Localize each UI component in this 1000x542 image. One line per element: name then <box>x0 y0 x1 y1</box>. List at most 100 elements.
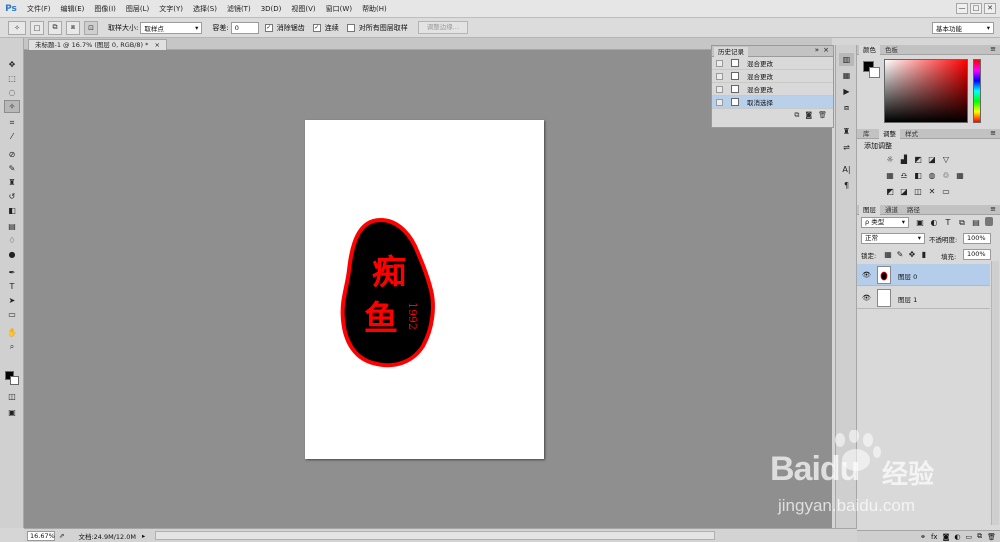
tab-color[interactable]: 颜色 <box>859 45 880 55</box>
screen-mode-icon[interactable]: ▣ <box>4 406 20 419</box>
collapse-panel-icon[interactable]: » <box>815 46 819 54</box>
healing-brush-tool-icon[interactable]: ⊘ <box>4 148 20 161</box>
minimize-button[interactable]: — <box>956 3 968 14</box>
black-white-icon[interactable]: ◧ <box>913 171 923 180</box>
new-selection-button[interactable]: □ <box>30 20 44 35</box>
history-snapshot-checkbox[interactable] <box>716 59 723 67</box>
panel-menu-icon[interactable]: ≡ <box>990 129 996 137</box>
document-size-info[interactable]: 文档:24.9M/12.0M <box>78 531 136 541</box>
character-panel-icon[interactable]: A| <box>839 163 854 176</box>
pen-tool-icon[interactable]: ✒ <box>4 266 20 279</box>
layer-style-icon[interactable]: fx <box>931 533 938 541</box>
close-button[interactable]: ✕ <box>984 3 996 14</box>
close-panel-icon[interactable]: × <box>823 46 829 54</box>
menu-select[interactable]: 选择(S) <box>188 4 222 14</box>
zoom-level-input[interactable]: 16.67% <box>27 530 55 541</box>
filter-shape-icon[interactable]: ⧉ <box>957 218 967 227</box>
brush-panel-icon[interactable]: ▦ <box>839 69 854 82</box>
menu-edit[interactable]: 编辑(E) <box>56 4 90 14</box>
gradient-map-icon[interactable]: ▭ <box>941 187 951 196</box>
type-tool-icon[interactable]: T <box>4 280 20 293</box>
close-tab-icon[interactable]: × <box>154 41 159 49</box>
menu-filter[interactable]: 滤镜(T) <box>222 4 256 14</box>
lock-transparency-icon[interactable]: ▦ <box>883 250 893 259</box>
background-color-swatch[interactable] <box>869 67 880 78</box>
actions-panel-icon[interactable]: ▶ <box>839 85 854 98</box>
menu-3d[interactable]: 3D(D) <box>256 5 287 13</box>
vibrance-icon[interactable]: ▽ <box>941 155 951 164</box>
quick-mask-icon[interactable]: ◫ <box>4 390 20 403</box>
new-layer-icon[interactable]: ⧉ <box>977 532 982 541</box>
filter-smart-object-icon[interactable]: ▤ <box>971 218 981 227</box>
layer-kind-filter[interactable]: ρ 类型 ▾ <box>861 217 909 228</box>
lasso-tool-icon[interactable]: ◌ <box>4 86 20 99</box>
document-tab[interactable]: 未标题-1 @ 16.7% (图层 0, RGB/8) * × <box>28 39 167 50</box>
tab-libraries[interactable]: 库 <box>859 129 874 139</box>
history-tab[interactable]: 历史记录 <box>714 47 748 57</box>
properties-icon[interactable]: ⇌ <box>839 141 854 154</box>
exposure-icon[interactable]: ◪ <box>927 155 937 164</box>
subtract-selection-button[interactable]: ⧈ <box>66 20 80 35</box>
history-item[interactable]: 混合更改 <box>712 83 833 96</box>
history-item-selected[interactable]: 取消选择 <box>712 96 833 109</box>
menu-window[interactable]: 窗口(W) <box>321 4 357 14</box>
invert-icon[interactable]: ◩ <box>885 187 895 196</box>
levels-icon[interactable]: ▟ <box>899 155 909 164</box>
new-adjustment-layer-icon[interactable]: ◐ <box>954 533 960 541</box>
menu-image[interactable]: 图像(I) <box>89 4 121 14</box>
workspace-select[interactable]: 基本功能 ▾ <box>932 22 994 34</box>
marquee-tool-icon[interactable]: ⬚ <box>4 72 20 85</box>
filter-adjustment-icon[interactable]: ◐ <box>929 218 939 227</box>
menu-type[interactable]: 文字(Y) <box>154 4 188 14</box>
tab-swatches[interactable]: 色板 <box>881 45 902 55</box>
visibility-eye-icon[interactable]: 👁 <box>862 294 871 302</box>
menu-view[interactable]: 视图(V) <box>286 4 320 14</box>
zoom-tool-icon[interactable]: ⌕ <box>4 340 20 353</box>
paragraph-panel-icon[interactable]: ¶ <box>839 179 854 192</box>
add-selection-button[interactable]: ⧉ <box>48 20 62 35</box>
hue-slider[interactable] <box>973 59 981 123</box>
intersect-selection-button[interactable]: ⊡ <box>84 20 98 35</box>
layer-row[interactable]: 👁 图层 1 <box>857 287 990 309</box>
channel-mixer-icon[interactable]: ♲ <box>941 171 951 180</box>
fill-input[interactable]: 100% <box>963 249 991 260</box>
filter-type-icon[interactable]: T <box>943 218 953 227</box>
history-snapshot-checkbox[interactable] <box>716 98 723 106</box>
chevron-right-icon[interactable]: ▸ <box>142 532 145 540</box>
export-icon[interactable]: ⇗ <box>59 532 64 540</box>
horizontal-scrollbar[interactable] <box>155 531 716 540</box>
refine-edge-button[interactable]: 调整边缘... <box>417 21 468 34</box>
rectangle-tool-icon[interactable]: ▭ <box>4 308 20 321</box>
document-canvas[interactable]: 痴 鱼 1992 <box>305 120 544 459</box>
add-mask-icon[interactable]: ◙ <box>943 533 950 541</box>
clone-source-icon[interactable]: ⧈ <box>839 101 854 114</box>
maximize-button[interactable]: □ <box>970 3 982 14</box>
brush-tool-icon[interactable]: ✎ <box>4 162 20 175</box>
tab-adjustments[interactable]: 调整 <box>879 129 900 139</box>
photo-filter-icon[interactable]: ◍ <box>927 171 937 180</box>
trash-icon[interactable]: 🗑 <box>987 533 996 541</box>
new-document-from-state-icon[interactable]: ⧉ <box>794 111 799 120</box>
filter-toggle-switch[interactable] <box>985 217 993 226</box>
eraser-tool-icon[interactable]: ◧ <box>4 204 20 217</box>
eyedropper-tool-icon[interactable]: ⁄ <box>4 130 20 143</box>
history-brush-tool-icon[interactable]: ↺ <box>4 190 20 203</box>
all-layers-checkbox[interactable] <box>346 23 355 32</box>
tool-presets-icon[interactable]: ♜ <box>839 125 854 138</box>
camera-icon[interactable]: ◙ <box>805 111 812 119</box>
sample-size-select[interactable]: 取样点 ▾ <box>140 21 203 34</box>
tab-channels[interactable]: 通道 <box>881 205 902 215</box>
history-panel-icon[interactable]: ▥ <box>839 53 854 66</box>
brightness-contrast-icon[interactable]: ☼ <box>885 155 895 164</box>
contiguous-checkbox[interactable]: ✓ <box>312 23 321 32</box>
hue-saturation-icon[interactable]: ▦ <box>885 171 895 180</box>
lock-all-icon[interactable]: ▮ <box>919 250 929 259</box>
layer-row-selected[interactable]: 👁 图层 0 <box>857 264 990 286</box>
move-tool-icon[interactable]: ✥ <box>4 58 20 71</box>
color-balance-icon[interactable]: ♎ <box>899 171 909 180</box>
dodge-tool-icon[interactable]: ● <box>4 248 20 261</box>
color-lookup-icon[interactable]: ▦ <box>955 171 965 180</box>
background-color-swatch[interactable] <box>10 376 19 385</box>
threshold-icon[interactable]: ◫ <box>913 187 923 196</box>
panel-menu-icon[interactable]: ≡ <box>990 45 996 53</box>
